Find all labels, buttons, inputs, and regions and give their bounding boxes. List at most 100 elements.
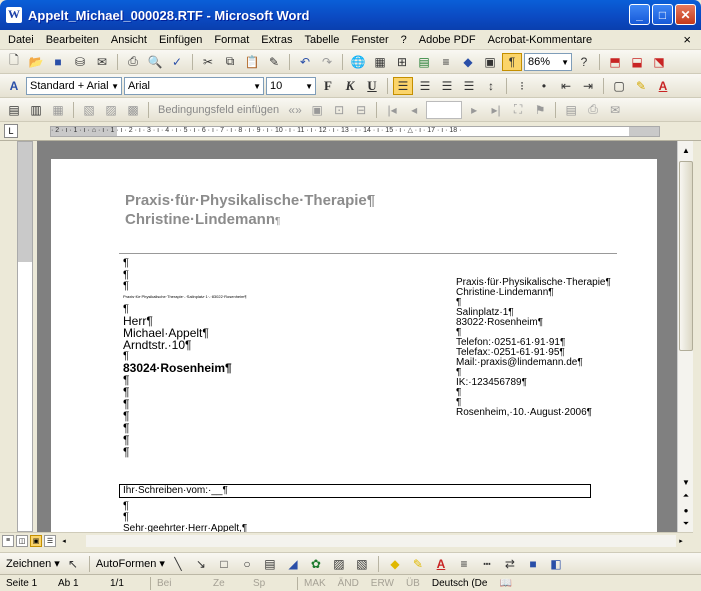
align-left-icon[interactable]: ☰	[393, 76, 413, 95]
increase-indent-icon[interactable]: ⇥	[578, 77, 598, 95]
menu-datei[interactable]: Datei	[8, 34, 34, 46]
hyperlink-icon[interactable]: 🌐	[348, 53, 368, 71]
vertical-scrollbar[interactable]: ▲ ▼ ⏶ ● ⏷	[677, 141, 693, 532]
style-combo[interactable]: Standard + Arial ▼	[26, 76, 122, 95]
menu-extras[interactable]: Extras	[261, 34, 292, 46]
textbox-icon[interactable]: ▤	[260, 555, 280, 573]
menu-bearbeiten[interactable]: Bearbeiten	[46, 34, 99, 46]
document-close-button[interactable]: ×	[683, 32, 691, 47]
status-overtype[interactable]: ÜB	[400, 578, 426, 589]
scroll-left-icon[interactable]: ◂	[58, 535, 70, 547]
view-merged-data-icon[interactable]: «»	[285, 101, 305, 119]
highlight-fields-icon[interactable]: ▣	[307, 101, 327, 119]
scrollbar-thumb[interactable]	[679, 161, 693, 351]
drawing-icon[interactable]: ◆	[458, 53, 478, 71]
arrow-style-icon[interactable]: ⇄	[500, 555, 520, 573]
align-right-icon[interactable]: ☰	[437, 77, 457, 95]
horizontal-ruler[interactable]: · 2 · ı · 1 · ı · ⌂ · ı · 1 · ı · 2 · ı …	[50, 126, 660, 137]
rectangle-icon[interactable]: □	[214, 555, 234, 573]
menu-format[interactable]: Format	[214, 34, 249, 46]
insert-address-icon[interactable]: ▧	[79, 101, 99, 119]
bullets-icon[interactable]: •	[534, 77, 554, 95]
document-map-icon[interactable]: ▣	[480, 53, 500, 71]
record-number-input[interactable]	[426, 100, 463, 119]
arrow-icon[interactable]: ↘	[191, 555, 211, 573]
insert-excel-icon[interactable]: ▤	[414, 53, 434, 71]
status-track-changes[interactable]: ÄND	[332, 578, 365, 589]
paste-icon[interactable]: 📋	[242, 53, 262, 71]
pdf-review-icon[interactable]: ⬔	[649, 53, 669, 71]
clipart-icon[interactable]: ▨	[329, 555, 349, 573]
numbering-icon[interactable]: ⁝	[512, 77, 532, 95]
help-icon[interactable]: ?	[574, 53, 594, 71]
menu-acrobat-kommentare[interactable]: Acrobat-Kommentare	[488, 34, 593, 46]
normal-view-icon[interactable]: ≡	[2, 534, 14, 547]
minimize-button[interactable]: _	[629, 4, 650, 25]
justify-icon[interactable]: ☰	[459, 77, 479, 95]
merge-to-document-icon[interactable]: ▤	[561, 101, 581, 119]
subject-line-box[interactable]: Ihr·Schreiben·vom:·__¶	[119, 484, 591, 498]
insert-merge-field-icon[interactable]: ▩	[123, 101, 143, 119]
line-icon[interactable]: ╲	[168, 555, 188, 573]
styles-icon[interactable]: A	[4, 77, 24, 95]
oval-icon[interactable]: ○	[237, 555, 257, 573]
word-app-icon[interactable]	[6, 7, 22, 23]
fill-color-icon[interactable]: ◆	[385, 555, 405, 573]
status-language[interactable]: Deutsch (De	[426, 578, 494, 589]
status-extend-selection[interactable]: ERW	[365, 578, 400, 589]
previous-record-icon[interactable]: ◂	[404, 101, 424, 119]
font-combo[interactable]: Arial ▼	[124, 76, 264, 95]
menu-einfuegen[interactable]: Einfügen	[159, 34, 202, 46]
align-center-icon[interactable]: ☰	[415, 77, 435, 95]
scroll-down-icon[interactable]: ▼	[679, 475, 693, 489]
status-macro-recording[interactable]: MAK	[298, 578, 332, 589]
open-data-source-icon[interactable]: ▥	[26, 101, 46, 119]
undo-icon[interactable]: ↶	[295, 53, 315, 71]
pdf-convert-icon[interactable]: ⬒	[605, 53, 625, 71]
menu-fenster[interactable]: Fenster	[351, 34, 388, 46]
merge-to-email-icon[interactable]: ✉	[605, 101, 625, 119]
tab-selector-button[interactable]: L	[4, 124, 18, 138]
bold-button[interactable]: F	[318, 77, 338, 95]
spelling-status-icon[interactable]: 📖	[493, 578, 517, 589]
print-preview-icon[interactable]: 🔍	[145, 53, 165, 71]
menu-ansicht[interactable]: Ansicht	[111, 34, 147, 46]
match-fields-icon[interactable]: ⊡	[329, 101, 349, 119]
3d-style-icon[interactable]: ◧	[546, 555, 566, 573]
cut-icon[interactable]: ✂	[198, 53, 218, 71]
propagate-labels-icon[interactable]: ⊟	[351, 101, 371, 119]
document-page[interactable]: Praxis·für·Physikalische·Therapie¶ Chris…	[51, 159, 657, 532]
zoom-combo[interactable]: 86% ▼	[524, 52, 572, 71]
format-painter-icon[interactable]: ✎	[264, 53, 284, 71]
autoshapes-menu-button[interactable]: AutoFormen ▾	[96, 557, 165, 570]
scroll-up-icon[interactable]: ▲	[679, 143, 693, 157]
save-icon[interactable]: ■	[48, 53, 68, 71]
columns-icon[interactable]: ≡	[436, 53, 456, 71]
line-style-icon[interactable]: ≡	[454, 555, 474, 573]
web-layout-icon[interactable]: ◫	[16, 534, 28, 547]
decrease-indent-icon[interactable]: ⇤	[556, 77, 576, 95]
diagram-icon[interactable]: ✿	[306, 555, 326, 573]
insert-word-field-button[interactable]: Bedingungsfeld einfügen	[154, 104, 283, 116]
picture-icon[interactable]: ▧	[352, 555, 372, 573]
print-layout-icon[interactable]: ▣	[30, 534, 42, 547]
last-record-icon[interactable]: ▸|	[486, 101, 506, 119]
close-button[interactable]: ✕	[675, 4, 696, 25]
insert-table-icon[interactable]: ⊞	[392, 53, 412, 71]
draw-font-color-icon[interactable]: A	[431, 555, 451, 573]
line-color-icon[interactable]: ✎	[408, 555, 428, 573]
find-entry-icon[interactable]: ⛶	[508, 101, 528, 119]
italic-button[interactable]: K	[340, 77, 360, 95]
main-document-setup-icon[interactable]: ▤	[4, 101, 24, 119]
shadow-style-icon[interactable]: ■	[523, 555, 543, 573]
recipients-icon[interactable]: ▦	[48, 101, 68, 119]
show-formatting-icon[interactable]: ¶	[502, 52, 522, 71]
maximize-button[interactable]: □	[652, 4, 673, 25]
previous-page-icon[interactable]: ⏶	[679, 489, 693, 503]
document-area[interactable]: Praxis·für·Physikalische·Therapie¶ Chris…	[37, 141, 677, 532]
line-spacing-icon[interactable]: ↕	[481, 77, 501, 95]
first-record-icon[interactable]: |◂	[382, 101, 402, 119]
highlight-icon[interactable]: ✎	[631, 77, 651, 95]
new-document-icon[interactable]: 🗋	[4, 53, 24, 71]
vertical-ruler[interactable]	[17, 141, 33, 532]
